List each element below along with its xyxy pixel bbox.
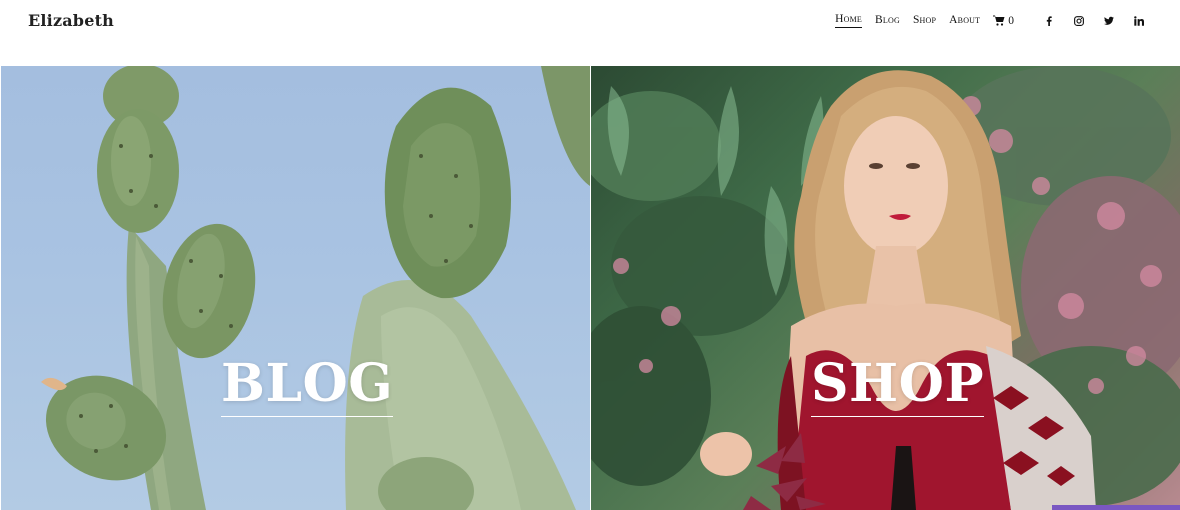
nav-about[interactable]: About <box>949 14 980 28</box>
cart-button[interactable]: 0 <box>993 15 1014 27</box>
twitter-icon <box>1104 16 1114 25</box>
linkedin-icon <box>1134 15 1144 26</box>
cart-icon <box>993 15 1005 26</box>
twitter-link[interactable] <box>1102 14 1116 28</box>
linkedin-link[interactable] <box>1132 14 1146 28</box>
facebook-icon <box>1046 15 1052 26</box>
blog-title[interactable]: BLOG <box>221 358 394 417</box>
shop-panel[interactable]: SHOP <box>591 66 1180 510</box>
instagram-link[interactable] <box>1072 14 1086 28</box>
facebook-link[interactable] <box>1042 14 1056 28</box>
instagram-icon <box>1074 15 1084 26</box>
woman-in-garden-photo <box>591 66 1180 510</box>
site-header: Elizabeth Home Blog Shop About 0 <box>0 0 1180 66</box>
cactus-photo <box>41 66 590 510</box>
nav-home[interactable]: Home <box>835 13 863 28</box>
nav-blog[interactable]: Blog <box>875 14 900 28</box>
nav-shop[interactable]: Shop <box>913 14 936 28</box>
site-logo[interactable]: Elizabeth <box>28 11 114 30</box>
main-nav: Home Blog Shop About 0 <box>822 13 1146 28</box>
blog-panel[interactable]: BLOG <box>1 66 590 510</box>
shop-title[interactable]: SHOP <box>811 358 985 417</box>
accent-bar <box>1052 505 1180 510</box>
cart-count: 0 <box>1008 14 1014 27</box>
